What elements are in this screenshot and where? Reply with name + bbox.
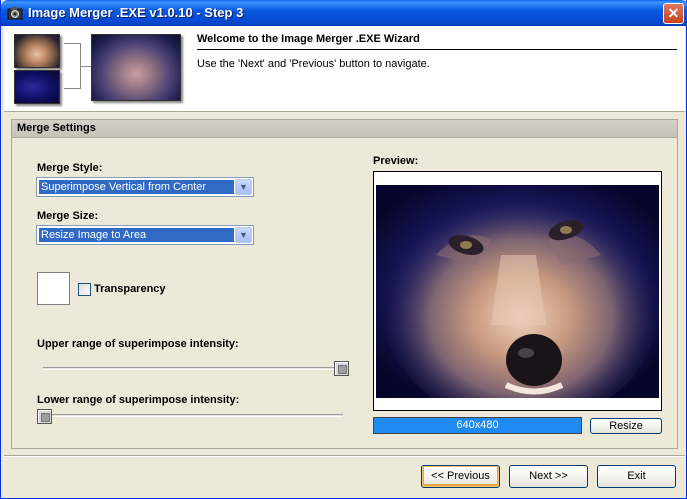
header-subtitle: Use the 'Next' and 'Previous' button to … <box>197 58 430 70</box>
wizard-window: Image Merger .EXE v1.0.10 - Step 3 ✕ Wel… <box>0 0 687 499</box>
exit-button[interactable]: Exit <box>597 465 676 488</box>
transparency-label[interactable]: Transparency <box>94 283 166 295</box>
image-dimensions-bar: 640x480 <box>373 417 582 434</box>
merge-connector <box>64 43 81 89</box>
upper-range-label: Upper range of superimpose intensity: <box>37 338 239 350</box>
header-title: Welcome to the Image Merger .EXE Wizard <box>197 33 420 45</box>
previous-button[interactable]: << Previous <box>421 465 500 488</box>
second-image-thumbnail <box>14 70 60 104</box>
wizard-header: Welcome to the Image Merger .EXE Wizard … <box>4 26 685 112</box>
header-divider <box>197 49 677 50</box>
group-title: Merge Settings <box>12 120 677 138</box>
preview-label: Preview: <box>373 155 419 167</box>
close-icon: ✕ <box>667 5 680 21</box>
close-button[interactable]: ✕ <box>663 3 684 24</box>
lower-range-slider-thumb[interactable] <box>37 409 52 424</box>
title-bar[interactable]: Image Merger .EXE v1.0.10 - Step 3 ✕ <box>1 0 687 26</box>
chevron-down-icon[interactable]: ▼ <box>235 179 252 195</box>
wolf-preview-graphic <box>376 185 659 398</box>
next-button[interactable]: Next >> <box>509 465 588 488</box>
footer-divider <box>4 455 685 457</box>
preview-frame <box>373 171 662 411</box>
chevron-down-icon[interactable]: ▼ <box>235 227 252 243</box>
merged-image-thumbnail <box>91 34 181 101</box>
merge-size-value: Resize Image to Area <box>39 228 234 242</box>
merge-style-label: Merge Style: <box>37 162 103 174</box>
resize-button[interactable]: Resize <box>590 418 662 434</box>
transparency-checkbox[interactable] <box>78 283 91 296</box>
merge-connector-tail <box>81 66 91 67</box>
upper-range-track[interactable] <box>43 367 343 370</box>
app-icon <box>7 7 23 20</box>
lower-range-track[interactable] <box>43 414 343 417</box>
window-title: Image Merger .EXE v1.0.10 - Step 3 <box>28 5 244 20</box>
preview-image <box>376 185 659 398</box>
merge-style-value: Superimpose Vertical from Center <box>39 180 234 194</box>
merge-style-select[interactable]: Superimpose Vertical from Center ▼ <box>36 177 254 197</box>
merge-size-select[interactable]: Resize Image to Area ▼ <box>36 225 254 245</box>
lower-range-label: Lower range of superimpose intensity: <box>37 394 240 406</box>
upper-range-slider-thumb[interactable] <box>334 361 349 376</box>
merge-size-label: Merge Size: <box>37 210 99 222</box>
transparency-color-swatch[interactable] <box>37 272 70 305</box>
source-image-thumbnail <box>14 34 60 68</box>
